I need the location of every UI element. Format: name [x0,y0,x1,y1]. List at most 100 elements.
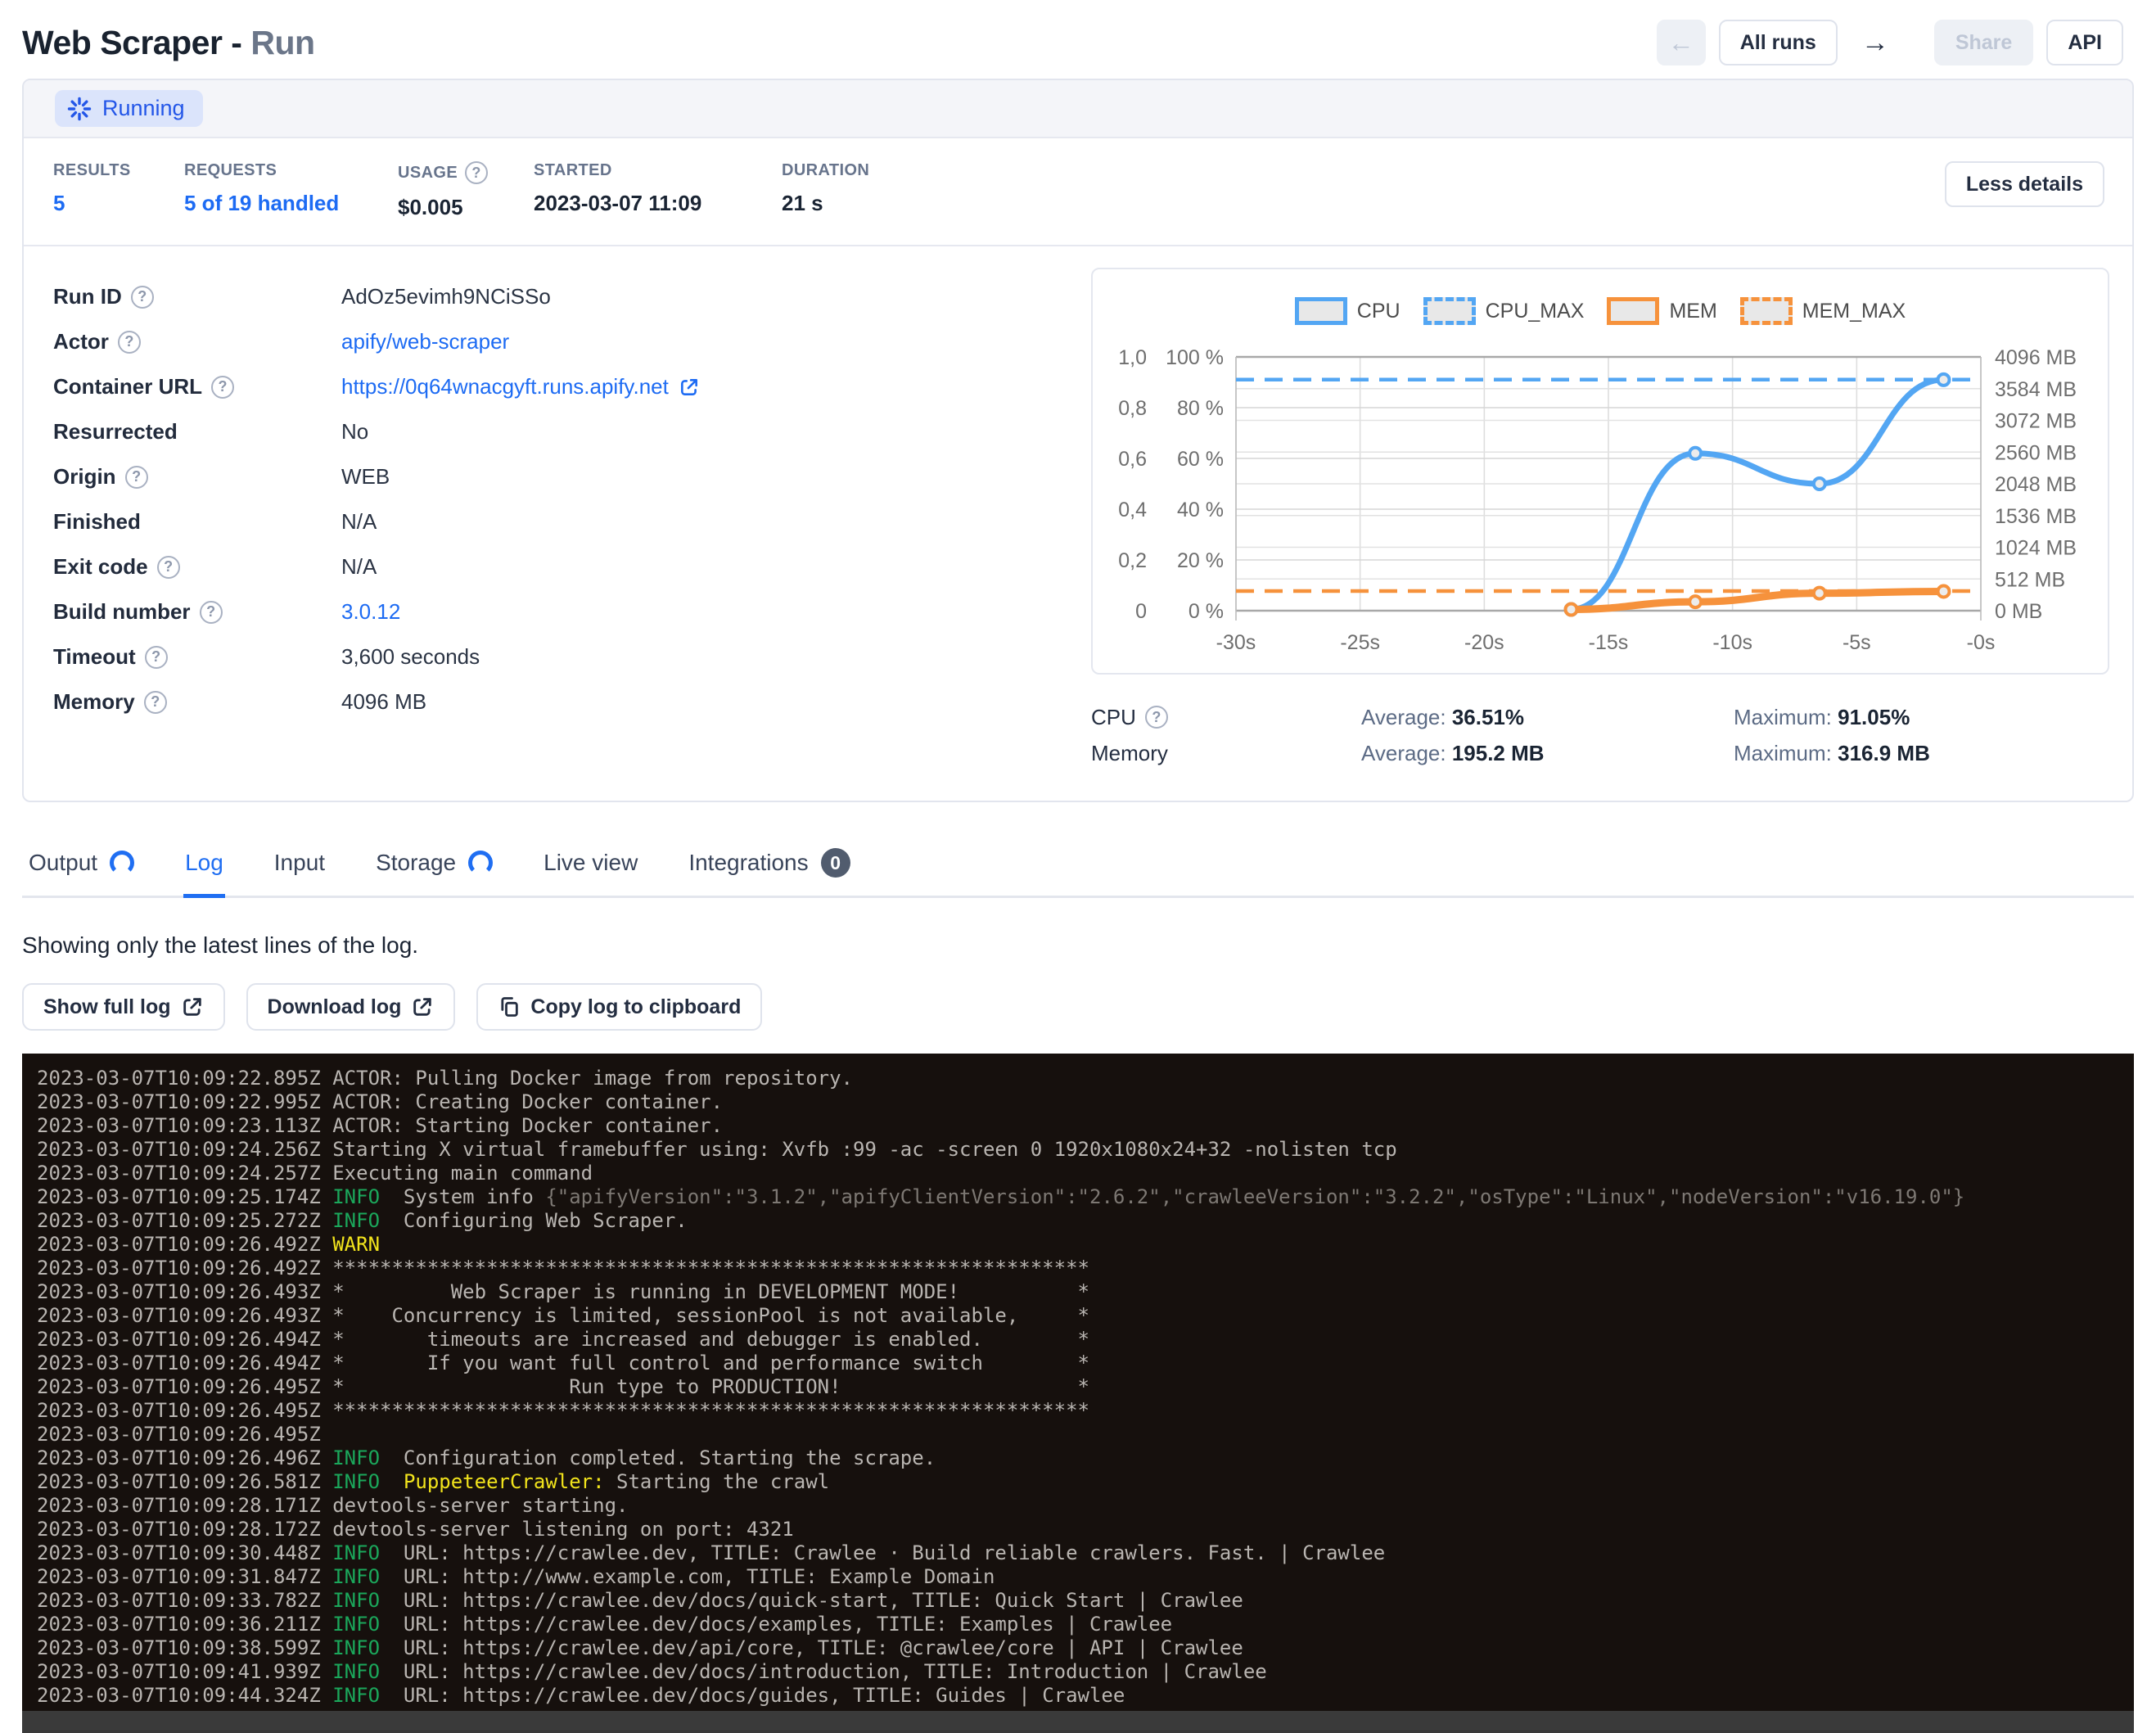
stat-label-text: USAGE [398,164,458,183]
tab-label: Output [29,850,97,876]
log-horizontal-scrollbar[interactable] [22,1711,2134,1733]
show-full-log-button[interactable]: Show full log [22,983,225,1031]
detail-value-text: WEB [341,464,390,490]
stat-usage: USAGE? $0.005 [398,161,534,220]
tab-label: Integrations [688,850,808,876]
page-title: Web Scraper - Run [22,24,315,62]
copy-log-to-clipboard-button[interactable]: Copy log to clipboard [476,983,762,1031]
svg-text:2048 MB: 2048 MB [1995,473,2077,496]
svg-text:3584 MB: 3584 MB [1995,378,2077,401]
tab-log[interactable]: Log [183,838,225,898]
tab-integrations[interactable]: Integrations0 [687,838,851,898]
detail-value[interactable]: https://0q64wnacgyft.runs.apify.net [341,374,700,399]
less-details-button[interactable]: Less details [1945,161,2104,207]
log-segment: 2023-03-07T10:09:44.324Z [37,1684,332,1707]
log-segment: INFO [332,1541,380,1564]
svg-text:1536 MB: 1536 MB [1995,505,2077,528]
detail-row: Container URL?https://0q64wnacgyft.runs.… [53,364,1068,409]
stat-value[interactable]: 5 of 19 handled [184,191,398,216]
usage-label: CPU? [1091,705,1361,730]
loading-spinner-icon [468,851,493,875]
log-segment: 2023-03-07T10:09:24.257Z Executing main … [37,1162,593,1185]
tab-input[interactable]: Input [273,838,327,898]
stat-value: $0.005 [398,195,534,220]
detail-label-text: Actor [53,329,109,354]
detail-label: Run ID? [53,284,341,309]
detail-value-text: 3.0.12 [341,599,400,625]
legend-item-mem_max[interactable]: MEM_MAX [1740,297,1906,325]
all-runs-button[interactable]: All runs [1719,20,1838,65]
legend-item-cpu[interactable]: CPU [1295,297,1400,325]
usage-maximum-prefix: Maximum: [1734,741,1838,765]
help-icon[interactable]: ? [131,286,154,309]
log-segment: 2023-03-07T10:09:26.493Z * Web Scraper i… [37,1280,1089,1303]
svg-text:512 MB: 512 MB [1995,568,2065,591]
svg-text:0,2: 0,2 [1118,549,1147,572]
detail-row: FinishedN/A [53,499,1068,544]
share-button[interactable]: Share [1934,20,2033,65]
detail-label-text: Memory [53,689,135,715]
svg-text:4096 MB: 4096 MB [1995,346,2077,369]
stat-duration: DURATION21 s [782,161,1027,216]
help-icon[interactable]: ? [200,601,223,624]
usage-average: Average: 195.2 MB [1361,741,1734,766]
detail-label: Timeout? [53,644,341,670]
log-segment: INFO [332,1446,380,1469]
stat-value: 2023-03-07 11:09 [534,191,782,216]
svg-text:-0s: -0s [1967,631,1996,654]
page-title-sub: Run [241,24,314,61]
download-log-button[interactable]: Download log [246,983,456,1031]
tab-output[interactable]: Output [27,838,136,898]
svg-text:-30s: -30s [1216,631,1256,654]
run-status-strip: Running [24,80,2132,138]
help-icon[interactable]: ? [144,691,167,714]
run-card: Running RESULTS5REQUESTS5 of 19 handledU… [22,79,2134,802]
log-segment: INFO [332,1589,380,1612]
legend-label: CPU_MAX [1486,300,1585,323]
api-button[interactable]: API [2046,20,2123,65]
legend-swatch [1295,297,1347,325]
svg-text:1,0: 1,0 [1118,346,1147,369]
arrow-left-icon: ← [1668,28,1694,58]
help-icon[interactable]: ? [465,161,488,184]
log-segment: URL: http://www.example.com, TITLE: Exam… [380,1565,995,1588]
legend-item-cpu_max[interactable]: CPU_MAX [1423,297,1585,325]
legend-label: MEM_MAX [1802,300,1906,323]
stat-results: RESULTS5 [53,161,184,216]
stat-value[interactable]: 5 [53,191,184,216]
log-segment: WARN [332,1233,380,1256]
help-icon[interactable]: ? [1145,706,1168,729]
detail-value: N/A [341,554,377,580]
legend-item-mem[interactable]: MEM [1607,297,1716,325]
chart-legend: CPU CPU_MAX MEM MEM_MAX [1093,297,2108,325]
status-badge: Running [55,90,203,127]
svg-text:1024 MB: 1024 MB [1995,537,2077,560]
stat-label: DURATION [782,161,1027,180]
svg-text:20 %: 20 % [1177,549,1224,572]
help-icon[interactable]: ? [125,466,148,489]
log-segment: PuppeteerCrawler: [404,1470,605,1493]
log-segment: 2023-03-07T10:09:26.492Z ***************… [37,1257,1089,1279]
help-icon[interactable]: ? [157,556,180,579]
log-segment: INFO [332,1660,380,1683]
detail-value[interactable]: apify/web-scraper [341,329,509,354]
detail-value[interactable]: 3.0.12 [341,599,400,625]
next-run-button[interactable]: → [1851,20,1900,65]
log-segment: 2023-03-07T10:09:26.495Z * Run type to P… [37,1375,1089,1398]
log-segment: 2023-03-07T10:09:30.448Z [37,1541,332,1564]
usage-average-value: 195.2 MB [1452,741,1545,765]
svg-text:60 %: 60 % [1177,448,1224,471]
run-details: Run ID?AdOz5evimh9NCiSSoActor?apify/web-… [53,268,1068,771]
status-badge-label: Running [102,96,185,121]
help-icon[interactable]: ? [211,376,234,399]
log-actions: Show full log Download log Copy log to cli… [22,983,2134,1031]
help-icon[interactable]: ? [118,331,141,354]
tab-storage[interactable]: Storage [374,838,494,898]
detail-row: Actor? apify/web-scraper [53,319,1068,364]
previous-run-button[interactable]: ← [1657,20,1706,65]
help-icon[interactable]: ? [145,646,168,669]
tab-live-view[interactable]: Live view [542,838,639,898]
log-segment: Starting the crawl [605,1470,830,1493]
log-segment: 2023-03-07T10:09:26.496Z [37,1446,332,1469]
button-label: Show full log [43,995,171,1019]
